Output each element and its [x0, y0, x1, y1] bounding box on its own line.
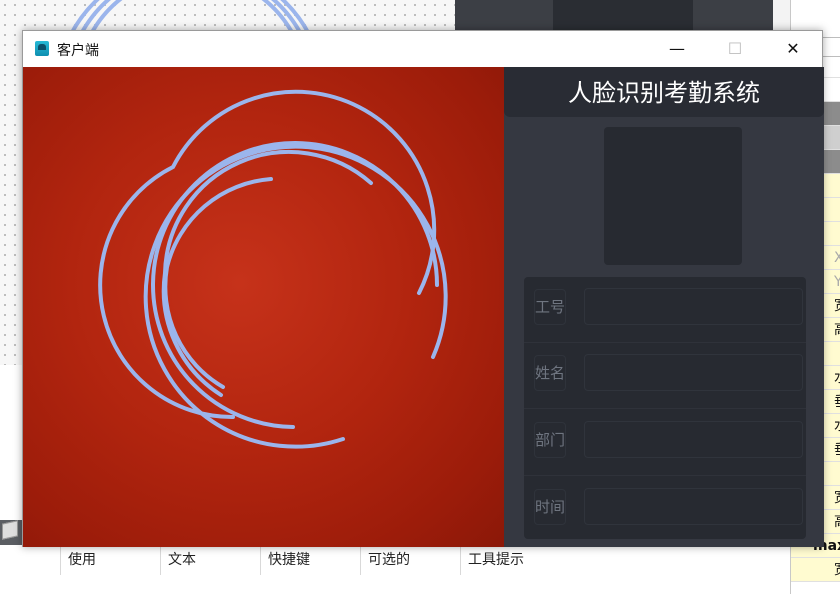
close-button[interactable]: ✕	[764, 31, 822, 67]
time-field[interactable]	[584, 488, 803, 525]
client-window: 客户端 — ☐ ✕ 人脸识别考勤系统 工号 姓名 部门 时间	[22, 30, 824, 547]
loading-ring	[161, 149, 373, 397]
minimize-button[interactable]: —	[648, 31, 706, 67]
name-label: 姓名	[534, 355, 566, 391]
employee-info-form: 工号 姓名 部门 时间	[524, 277, 806, 539]
column-header[interactable]: 工具提示	[460, 547, 560, 575]
system-title-bar: 人脸识别考勤系统	[504, 67, 824, 117]
camera-view	[23, 67, 504, 547]
property-editor-top	[790, 0, 840, 30]
department-field[interactable]	[584, 421, 803, 458]
system-title: 人脸识别考勤系统	[568, 79, 760, 107]
field-row-department: 部门	[524, 410, 806, 476]
title-bar[interactable]: 客户端 — ☐ ✕	[23, 31, 822, 67]
action-editor-column-headers: 使用 文本 快捷键 可选的 工具提示	[60, 547, 790, 575]
department-label: 部门	[534, 422, 566, 458]
column-header[interactable]: 快捷键	[260, 547, 360, 575]
loading-rings-graphic	[98, 89, 448, 449]
loading-ring	[151, 141, 439, 429]
maximize-button[interactable]: ☐	[706, 31, 764, 67]
column-header[interactable]: 文本	[160, 547, 260, 575]
name-field[interactable]	[584, 354, 803, 391]
field-row-time: 时间	[524, 477, 806, 543]
face-photo-box	[604, 127, 742, 265]
column-header[interactable]: 使用	[60, 547, 160, 575]
field-row-name: 姓名	[524, 343, 806, 409]
time-label: 时间	[534, 489, 566, 525]
employee-id-field[interactable]	[584, 288, 803, 325]
designer-dark-panel-inner	[553, 0, 693, 33]
property-row[interactable]: 宽	[791, 558, 840, 582]
cube-icon	[2, 520, 18, 540]
column-header[interactable]: 可选的	[360, 547, 460, 575]
field-row-id: 工号	[524, 277, 806, 343]
window-title: 客户端	[57, 43, 99, 59]
employee-id-label: 工号	[534, 289, 566, 325]
info-panel: 人脸识别考勤系统 工号 姓名 部门 时间	[504, 67, 824, 547]
app-icon	[35, 41, 49, 56]
